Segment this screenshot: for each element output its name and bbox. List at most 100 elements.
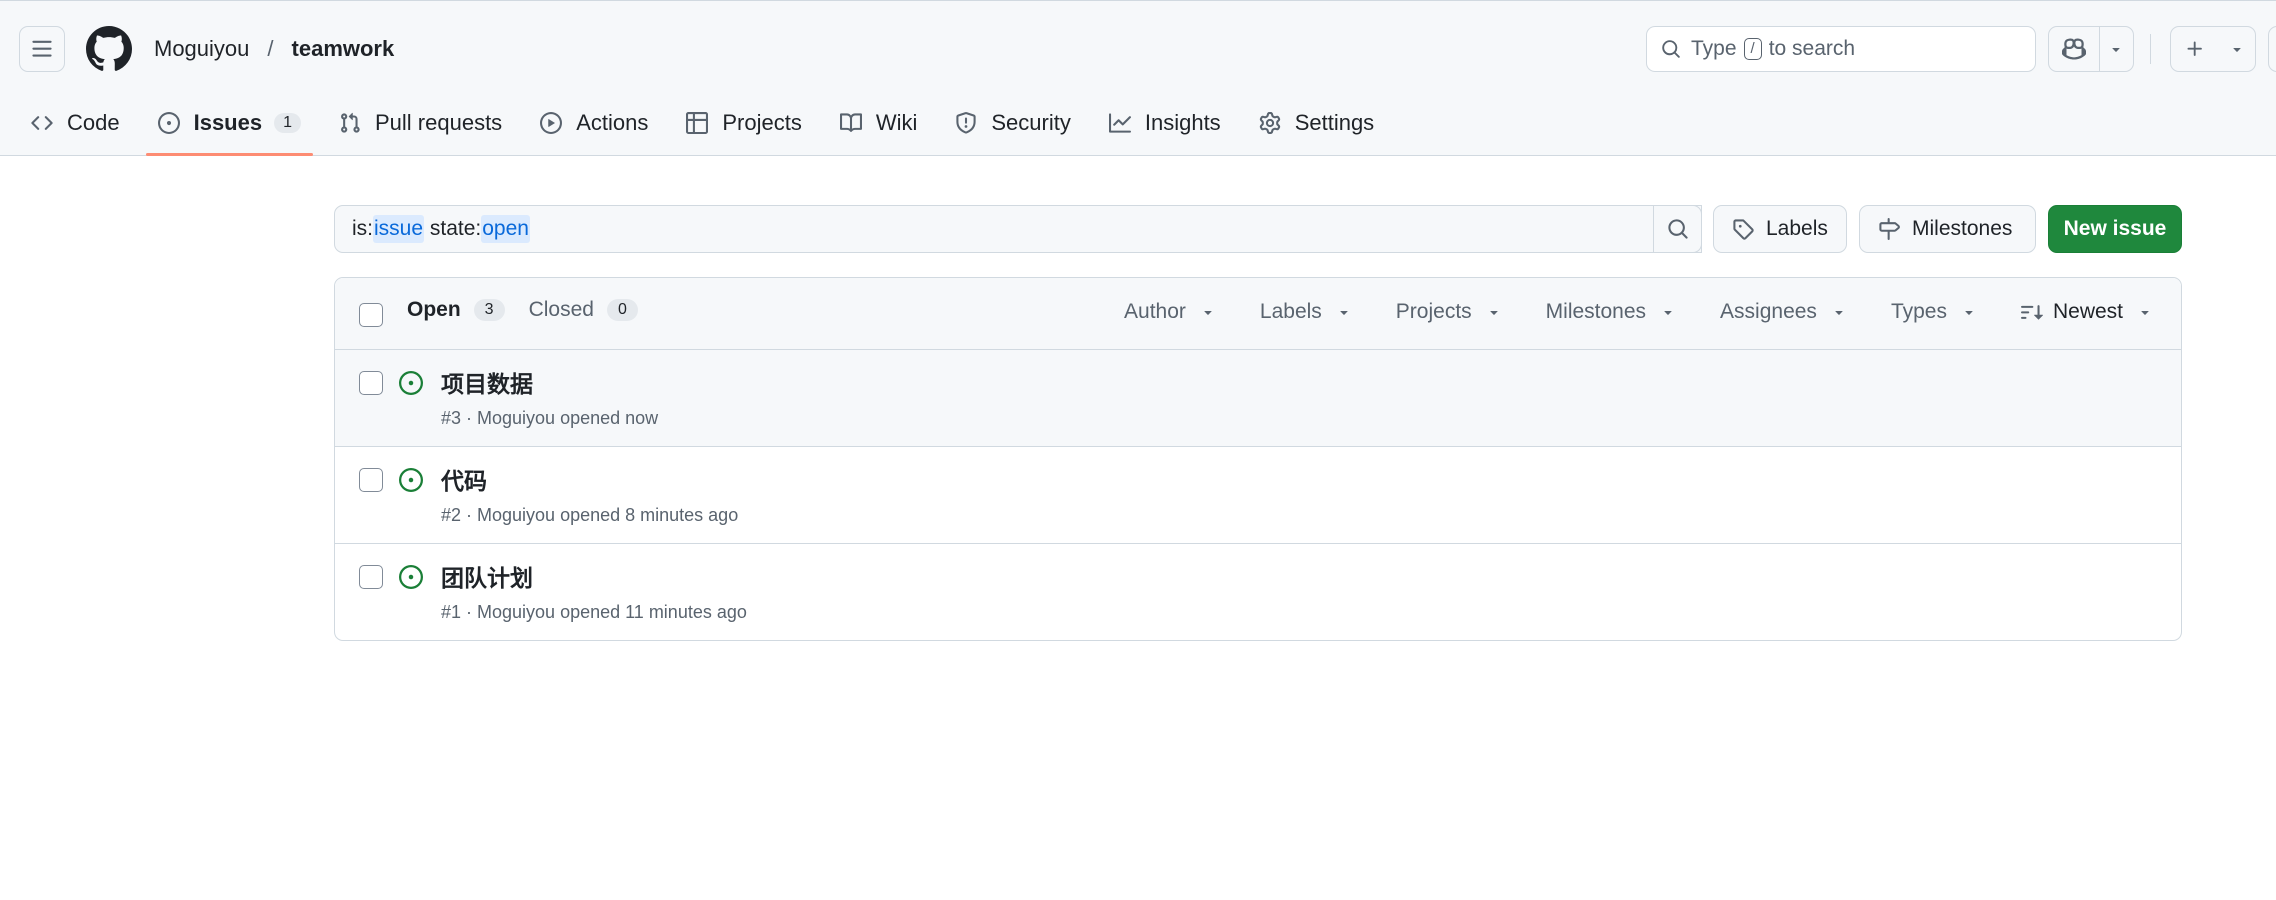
triangle-down-icon xyxy=(1490,311,1498,315)
graph-icon xyxy=(1108,113,1131,133)
menu-button[interactable] xyxy=(19,26,65,72)
issue-checkbox[interactable] xyxy=(359,565,383,589)
author-filter[interactable]: Author xyxy=(1124,300,1216,324)
issues-list-header: Open 3 Closed 0 Author Labels Projects M… xyxy=(335,278,2181,350)
issues-shortcut-button[interactable] xyxy=(2268,26,2276,72)
sort-dropdown[interactable]: Newest xyxy=(2020,300,2153,324)
triangle-down-icon xyxy=(2141,311,2149,315)
copilot-button-group xyxy=(2048,26,2134,72)
issue-title-link[interactable]: 团队计划 xyxy=(441,559,533,593)
milestones-button[interactable]: Milestones xyxy=(1859,205,2036,253)
tab-actions[interactable]: Actions xyxy=(528,99,660,147)
tab-label: Wiki xyxy=(875,110,918,135)
query-value-highlight: issue xyxy=(373,215,425,243)
play-icon xyxy=(540,112,563,134)
copilot-icon xyxy=(2061,38,2086,60)
plus-dropdown-part xyxy=(2220,27,2255,71)
new-issue-button[interactable]: New issue xyxy=(2048,205,2182,253)
triangle-down-icon xyxy=(2112,48,2121,52)
tab-label: Pull requests xyxy=(375,110,503,135)
repo-header: Moguiyou / teamwork Type / to search Cod… xyxy=(0,0,2276,156)
closed-issues-tab[interactable]: Closed 0 xyxy=(529,298,638,322)
filter-label: Author xyxy=(1124,300,1186,323)
issue-opened-icon xyxy=(399,468,423,492)
breadcrumb-separator: / xyxy=(267,36,274,61)
filter-search-button[interactable] xyxy=(1653,205,1702,253)
state-tabs: Open 3 Closed 0 xyxy=(407,298,662,322)
types-filter[interactable]: Types xyxy=(1891,300,1977,324)
milestones-button-label: Milestones xyxy=(1912,217,2013,240)
triangle-down-icon xyxy=(1835,311,1843,315)
issue-meta: #1 · Moguiyou opened 11 minutes ago xyxy=(441,602,747,622)
tab-settings[interactable]: Settings xyxy=(1247,99,1387,147)
milestones-filter[interactable]: Milestones xyxy=(1546,300,1676,324)
issue-row[interactable]: 项目数据 #3 · Moguiyou opened now xyxy=(335,350,2181,447)
repo-owner-link[interactable]: Moguiyou xyxy=(154,36,249,62)
milestone-icon xyxy=(1879,218,1900,240)
query-value-highlight: open xyxy=(481,215,530,243)
search-placeholder-prefix: Type xyxy=(1691,37,1737,60)
triangle-down-icon xyxy=(1340,311,1348,315)
triangle-down-icon xyxy=(1664,311,1672,315)
tab-insights[interactable]: Insights xyxy=(1097,99,1233,147)
book-icon xyxy=(839,113,862,132)
triangle-down-icon xyxy=(2233,48,2242,52)
tab-label: Security xyxy=(991,110,1071,135)
copilot-button[interactable] xyxy=(2049,27,2100,71)
labels-filter[interactable]: Labels xyxy=(1260,300,1352,324)
filter-label: Milestones xyxy=(1545,300,1647,323)
tab-label: Code xyxy=(67,110,120,135)
tab-projects[interactable]: Projects xyxy=(674,99,813,147)
query-qualifier: is: xyxy=(352,217,373,240)
code-icon xyxy=(31,116,53,130)
issues-count-badge: 1 xyxy=(274,113,301,133)
triangle-down-icon xyxy=(1204,311,1212,315)
issue-meta: #3 · Moguiyou opened now xyxy=(441,408,659,428)
issue-title-link[interactable]: 项目数据 xyxy=(441,365,533,399)
tab-label: Projects xyxy=(722,110,802,135)
issue-title-link[interactable]: 代码 xyxy=(441,462,487,496)
issue-meta: #2 · Moguiyou opened 8 minutes ago xyxy=(441,505,739,525)
sort-desc-icon xyxy=(2020,305,2043,320)
global-search-input[interactable]: Type / to search xyxy=(1646,26,2036,72)
tag-icon xyxy=(1733,219,1754,240)
issues-list: Open 3 Closed 0 Author Labels Projects M… xyxy=(334,277,2182,641)
issue-checkbox[interactable] xyxy=(359,371,383,395)
filter-label: Types xyxy=(1890,300,1947,323)
search-shortcut-key: / xyxy=(1743,38,1762,60)
tab-label: Insights xyxy=(1144,110,1221,135)
git-pull-request-icon xyxy=(341,112,360,133)
github-logo-icon[interactable] xyxy=(86,26,132,72)
assignees-filter[interactable]: Assignees xyxy=(1720,300,1847,324)
closed-label: Closed xyxy=(528,298,594,321)
issue-opened-icon xyxy=(399,371,423,395)
breadcrumb: Moguiyou / teamwork xyxy=(154,36,394,62)
issues-filter-input[interactable]: is: issue state: open xyxy=(334,205,1702,253)
closed-count-badge: 0 xyxy=(606,299,638,321)
plus-icon xyxy=(2187,41,2203,56)
search-icon xyxy=(1662,40,1680,58)
copilot-dropdown-button[interactable] xyxy=(2100,27,2133,71)
list-filters: Author Labels Projects Milestones Assign… xyxy=(1080,300,2153,324)
labels-button-label: Labels xyxy=(1766,217,1828,240)
projects-filter[interactable]: Projects xyxy=(1396,300,1502,324)
tab-pull-requests[interactable]: Pull requests xyxy=(327,99,514,147)
tab-security[interactable]: Security xyxy=(943,99,1082,147)
select-all-checkbox[interactable] xyxy=(359,303,383,327)
issue-row[interactable]: 代码 #2 · Moguiyou opened 8 minutes ago xyxy=(335,447,2181,544)
table-icon xyxy=(686,112,709,134)
open-issues-tab[interactable]: Open 3 xyxy=(407,298,505,322)
labels-button[interactable]: Labels xyxy=(1713,205,1847,253)
plus-part xyxy=(2171,27,2220,71)
issue-checkbox[interactable] xyxy=(359,468,383,492)
query-qualifier: state: xyxy=(424,217,482,240)
tab-wiki[interactable]: Wiki xyxy=(828,99,930,147)
create-new-button[interactable] xyxy=(2170,26,2256,72)
tab-issues[interactable]: Issues 1 xyxy=(145,99,314,156)
hamburger-icon xyxy=(32,40,52,57)
tab-code[interactable]: Code xyxy=(19,99,132,147)
gear-icon xyxy=(1259,112,1280,134)
repo-nav-tabs: Code Issues 1 Pull requests Actions Proj… xyxy=(19,99,1400,157)
issue-row[interactable]: 团队计划 #1 · Moguiyou opened 11 minutes ago xyxy=(335,544,2181,640)
repo-name-link[interactable]: teamwork xyxy=(292,36,395,62)
